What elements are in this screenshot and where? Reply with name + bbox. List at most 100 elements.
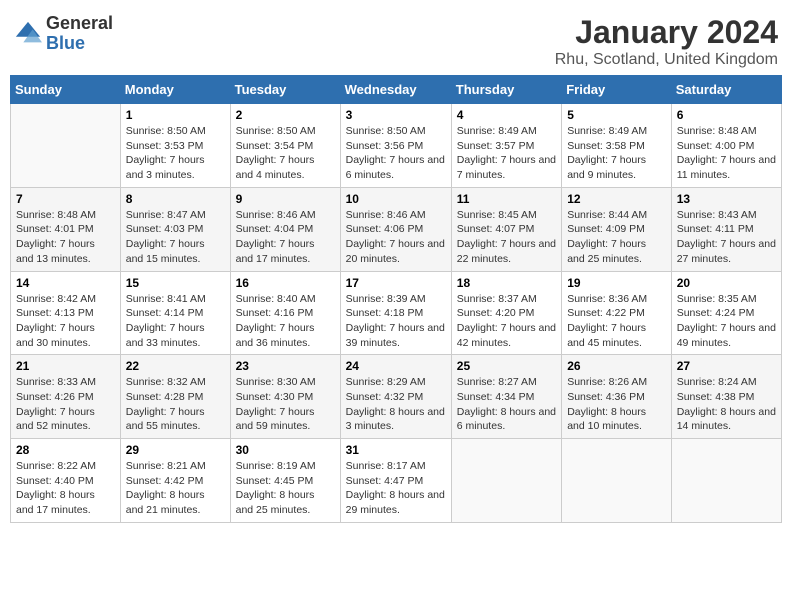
day-info: Sunrise: 8:50 AMSunset: 3:53 PMDaylight:… <box>126 125 206 181</box>
day-info: Sunrise: 8:36 AMSunset: 4:22 PMDaylight:… <box>567 293 647 349</box>
calendar-cell: 30 Sunrise: 8:19 AMSunset: 4:45 PMDayligh… <box>230 439 340 523</box>
day-info: Sunrise: 8:21 AMSunset: 4:42 PMDaylight:… <box>126 460 206 516</box>
logo-text: General Blue <box>46 14 113 54</box>
day-info: Sunrise: 8:17 AMSunset: 4:47 PMDaylight:… <box>346 460 445 516</box>
day-number: 23 <box>236 359 335 373</box>
calendar-cell: 29 Sunrise: 8:21 AMSunset: 4:42 PMDayligh… <box>120 439 230 523</box>
day-info: Sunrise: 8:47 AMSunset: 4:03 PMDaylight:… <box>126 209 206 265</box>
calendar-cell: 27 Sunrise: 8:24 AMSunset: 4:38 PMDayligh… <box>671 355 781 439</box>
calendar-cell: 17Sunrise: 8:39 AMSunset: 4:18 PMDayligh… <box>340 271 451 355</box>
day-info: Sunrise: 8:37 AMSunset: 4:20 PMDaylight:… <box>457 293 556 349</box>
day-info: Sunrise: 8:43 AMSunset: 4:11 PMDaylight:… <box>677 209 776 265</box>
calendar-cell <box>562 439 672 523</box>
week-row-1: 1 Sunrise: 8:50 AMSunset: 3:53 PMDaylight… <box>11 104 782 188</box>
day-number: 15 <box>126 276 225 290</box>
day-number: 3 <box>346 108 446 122</box>
calendar-cell: 25 Sunrise: 8:27 AMSunset: 4:34 PMDayligh… <box>451 355 561 439</box>
day-info: Sunrise: 8:49 AMSunset: 3:58 PMDaylight:… <box>567 125 647 181</box>
day-number: 8 <box>126 192 225 206</box>
calendar-cell: 7Sunrise: 8:48 AMSunset: 4:01 PMDaylight… <box>11 187 121 271</box>
day-number: 4 <box>457 108 556 122</box>
calendar-cell: 31 Sunrise: 8:17 AMSunset: 4:47 PMDayligh… <box>340 439 451 523</box>
day-info: Sunrise: 8:48 AMSunset: 4:00 PMDaylight:… <box>677 125 776 181</box>
day-number: 25 <box>457 359 556 373</box>
day-header-sunday: Sunday <box>11 76 121 104</box>
day-info: Sunrise: 8:24 AMSunset: 4:38 PMDaylight:… <box>677 376 776 432</box>
calendar-cell: 11Sunrise: 8:45 AMSunset: 4:07 PMDayligh… <box>451 187 561 271</box>
calendar-cell: 22 Sunrise: 8:32 AMSunset: 4:28 PMDayligh… <box>120 355 230 439</box>
day-number: 26 <box>567 359 666 373</box>
day-number: 7 <box>16 192 115 206</box>
day-header-wednesday: Wednesday <box>340 76 451 104</box>
day-info: Sunrise: 8:29 AMSunset: 4:32 PMDaylight:… <box>346 376 445 432</box>
day-number: 28 <box>16 443 115 457</box>
day-info: Sunrise: 8:44 AMSunset: 4:09 PMDaylight:… <box>567 209 647 265</box>
day-number: 6 <box>677 108 776 122</box>
calendar-cell: 14 Sunrise: 8:42 AMSunset: 4:13 PMDayligh… <box>11 271 121 355</box>
day-number: 10 <box>346 192 446 206</box>
day-info: Sunrise: 8:19 AMSunset: 4:45 PMDaylight:… <box>236 460 316 516</box>
day-info: Sunrise: 8:50 AMSunset: 3:54 PMDaylight:… <box>236 125 316 181</box>
day-number: 1 <box>126 108 225 122</box>
day-number: 30 <box>236 443 335 457</box>
calendar-cell: 4 Sunrise: 8:49 AMSunset: 3:57 PMDaylight… <box>451 104 561 188</box>
week-row-5: 28Sunrise: 8:22 AMSunset: 4:40 PMDayligh… <box>11 439 782 523</box>
calendar-cell: 23 Sunrise: 8:30 AMSunset: 4:30 PMDayligh… <box>230 355 340 439</box>
day-number: 31 <box>346 443 446 457</box>
header: General Blue January 2024 Rhu, Scotland,… <box>10 10 782 69</box>
calendar-cell: 26 Sunrise: 8:26 AMSunset: 4:36 PMDayligh… <box>562 355 672 439</box>
header-row: SundayMondayTuesdayWednesdayThursdayFrid… <box>11 76 782 104</box>
day-info: Sunrise: 8:39 AMSunset: 4:18 PMDaylight:… <box>346 293 445 349</box>
day-number: 19 <box>567 276 666 290</box>
day-info: Sunrise: 8:30 AMSunset: 4:30 PMDaylight:… <box>236 376 316 432</box>
day-info: Sunrise: 8:41 AMSunset: 4:14 PMDaylight:… <box>126 293 206 349</box>
day-number: 11 <box>457 192 556 206</box>
day-number: 20 <box>677 276 776 290</box>
calendar-cell <box>11 104 121 188</box>
day-number: 27 <box>677 359 776 373</box>
logo-icon <box>14 20 42 48</box>
calendar-cell: 15 Sunrise: 8:41 AMSunset: 4:14 PMDayligh… <box>120 271 230 355</box>
day-header-monday: Monday <box>120 76 230 104</box>
day-number: 29 <box>126 443 225 457</box>
calendar-cell: 19 Sunrise: 8:36 AMSunset: 4:22 PMDayligh… <box>562 271 672 355</box>
calendar-cell: 9 Sunrise: 8:46 AMSunset: 4:04 PMDaylight… <box>230 187 340 271</box>
calendar-table: SundayMondayTuesdayWednesdayThursdayFrid… <box>10 75 782 523</box>
day-number: 12 <box>567 192 666 206</box>
calendar-cell: 28Sunrise: 8:22 AMSunset: 4:40 PMDayligh… <box>11 439 121 523</box>
day-info: Sunrise: 8:46 AMSunset: 4:06 PMDaylight:… <box>346 209 445 265</box>
calendar-cell: 2 Sunrise: 8:50 AMSunset: 3:54 PMDaylight… <box>230 104 340 188</box>
calendar-cell: 21Sunrise: 8:33 AMSunset: 4:26 PMDayligh… <box>11 355 121 439</box>
calendar-cell: 10 Sunrise: 8:46 AMSunset: 4:06 PMDayligh… <box>340 187 451 271</box>
calendar-cell: 6 Sunrise: 8:48 AMSunset: 4:00 PMDaylight… <box>671 104 781 188</box>
day-info: Sunrise: 8:49 AMSunset: 3:57 PMDaylight:… <box>457 125 556 181</box>
week-row-3: 14 Sunrise: 8:42 AMSunset: 4:13 PMDayligh… <box>11 271 782 355</box>
day-header-friday: Friday <box>562 76 672 104</box>
day-number: 9 <box>236 192 335 206</box>
calendar-cell: 12 Sunrise: 8:44 AMSunset: 4:09 PMDayligh… <box>562 187 672 271</box>
calendar-cell: 18Sunrise: 8:37 AMSunset: 4:20 PMDayligh… <box>451 271 561 355</box>
day-info: Sunrise: 8:42 AMSunset: 4:13 PMDaylight:… <box>16 293 96 349</box>
day-header-thursday: Thursday <box>451 76 561 104</box>
day-header-saturday: Saturday <box>671 76 781 104</box>
title-area: January 2024 Rhu, Scotland, United Kingd… <box>555 14 778 69</box>
calendar-cell: 16Sunrise: 8:40 AMSunset: 4:16 PMDayligh… <box>230 271 340 355</box>
day-info: Sunrise: 8:27 AMSunset: 4:34 PMDaylight:… <box>457 376 556 432</box>
logo: General Blue <box>14 14 113 54</box>
day-number: 2 <box>236 108 335 122</box>
day-number: 14 <box>16 276 115 290</box>
day-number: 16 <box>236 276 335 290</box>
calendar-cell: 8 Sunrise: 8:47 AMSunset: 4:03 PMDaylight… <box>120 187 230 271</box>
day-number: 5 <box>567 108 666 122</box>
day-info: Sunrise: 8:32 AMSunset: 4:28 PMDaylight:… <box>126 376 206 432</box>
day-number: 24 <box>346 359 446 373</box>
day-info: Sunrise: 8:46 AMSunset: 4:04 PMDaylight:… <box>236 209 316 265</box>
calendar-cell <box>451 439 561 523</box>
calendar-cell: 13Sunrise: 8:43 AMSunset: 4:11 PMDayligh… <box>671 187 781 271</box>
day-info: Sunrise: 8:26 AMSunset: 4:36 PMDaylight:… <box>567 376 647 432</box>
day-number: 22 <box>126 359 225 373</box>
day-number: 21 <box>16 359 115 373</box>
calendar-cell: 24 Sunrise: 8:29 AMSunset: 4:32 PMDayligh… <box>340 355 451 439</box>
calendar-cell: 5 Sunrise: 8:49 AMSunset: 3:58 PMDaylight… <box>562 104 672 188</box>
week-row-2: 7Sunrise: 8:48 AMSunset: 4:01 PMDaylight… <box>11 187 782 271</box>
